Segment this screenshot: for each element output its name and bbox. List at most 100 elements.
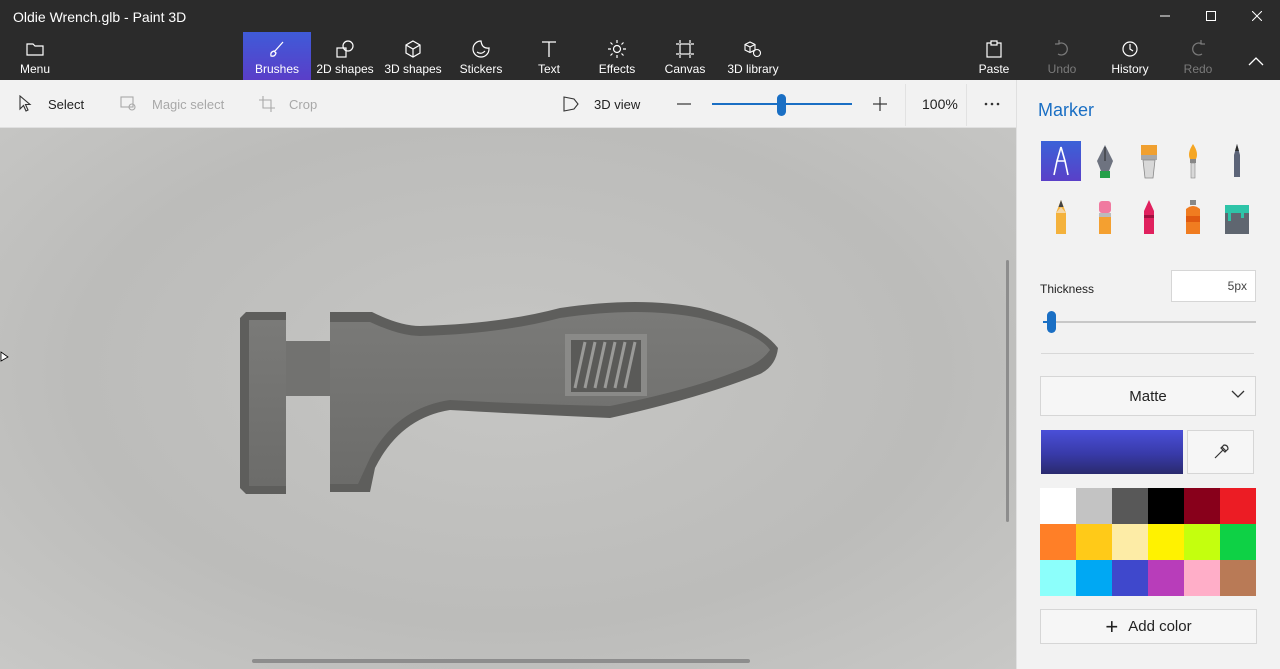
marker-icon (1053, 146, 1069, 176)
menu-button[interactable]: Menu (12, 32, 58, 80)
palette-swatch[interactable] (1220, 524, 1256, 560)
tab-canvas[interactable]: Canvas (662, 32, 708, 80)
close-button[interactable] (1234, 0, 1280, 32)
palette-swatch[interactable] (1148, 488, 1184, 524)
tab-text-label: Text (537, 62, 560, 76)
brush-spray-can[interactable] (1173, 197, 1213, 237)
palette-swatch[interactable] (1040, 560, 1076, 596)
color-palette (1040, 488, 1256, 596)
zoom-value[interactable]: 100% (922, 80, 958, 128)
wrench-3d-model[interactable] (0, 128, 1016, 669)
history-icon (1122, 41, 1138, 57)
palette-swatch[interactable] (1112, 560, 1148, 596)
minimize-icon (1160, 15, 1170, 17)
panel-title: Marker (1038, 100, 1095, 120)
tab-3d-library[interactable]: 3D library (724, 32, 782, 80)
zoom-out-button[interactable] (676, 80, 692, 128)
magic-select-button[interactable]: Magic select (120, 80, 224, 128)
thickness-slider-track[interactable] (1043, 321, 1256, 323)
watercolor-icon (1189, 144, 1197, 179)
spray-can-icon (1186, 200, 1200, 234)
pixel-pen-icon (1234, 144, 1240, 177)
palette-swatch[interactable] (1220, 560, 1256, 596)
tab-brushes[interactable]: Brushes (243, 32, 311, 80)
current-color-swatch[interactable] (1041, 430, 1183, 474)
3d-view-toggle[interactable]: 3D view (562, 80, 640, 128)
plus-icon (873, 97, 887, 111)
minimize-button[interactable] (1142, 0, 1188, 32)
maximize-button[interactable] (1188, 0, 1234, 32)
canvas-area[interactable] (0, 128, 1016, 669)
palette-swatch[interactable] (1076, 524, 1112, 560)
canvas-icon (676, 40, 694, 58)
brush-fill[interactable] (1217, 197, 1257, 237)
arrow-icon (0, 351, 9, 362)
3d-view-icon (563, 96, 579, 112)
title-ribbon-bar: Oldie Wrench.glb - Paint 3D Menu Brushes… (0, 0, 1280, 80)
tab-effects[interactable]: Effects (596, 32, 638, 80)
palette-swatch[interactable] (1184, 488, 1220, 524)
paint3d-window: Oldie Wrench.glb - Paint 3D Menu Brushes… (0, 0, 1280, 669)
clipboard-icon (986, 40, 1002, 58)
palette-swatch[interactable] (1076, 488, 1112, 524)
tab-2d-shapes[interactable]: 2D shapes (314, 32, 376, 80)
vertical-scrollbar[interactable] (1006, 260, 1009, 522)
crayon-icon (1144, 200, 1154, 234)
folder-icon (26, 43, 44, 56)
palette-swatch[interactable] (1040, 524, 1076, 560)
maximize-icon (1206, 11, 1216, 21)
minus-icon (677, 103, 691, 105)
sun-icon (608, 40, 626, 58)
undo-button[interactable]: Undo (1044, 32, 1080, 80)
palette-swatch[interactable] (1148, 524, 1184, 560)
zoom-in-button[interactable] (872, 80, 888, 128)
redo-button[interactable]: Redo (1182, 32, 1214, 80)
history-button[interactable]: History (1108, 32, 1152, 80)
tab-stickers[interactable]: Stickers (456, 32, 506, 80)
finish-value: Matte (1129, 387, 1167, 405)
eyedropper-button[interactable] (1187, 430, 1254, 474)
palette-swatch[interactable] (1220, 488, 1256, 524)
cube-icon (405, 40, 421, 58)
add-color-label: Add color (1128, 618, 1192, 635)
palette-swatch[interactable] (1184, 524, 1220, 560)
horizontal-scrollbar[interactable] (252, 659, 750, 663)
brush-pixel-pen[interactable] (1217, 141, 1257, 181)
tab-brushes-label: Brushes (254, 62, 300, 76)
brush-watercolor[interactable] (1173, 141, 1213, 181)
tab-text[interactable]: Text (530, 32, 568, 80)
brush-calligraphy-pen[interactable] (1085, 141, 1125, 181)
brush-crayon[interactable] (1129, 197, 1169, 237)
add-color-button[interactable]: + Add color (1040, 609, 1257, 644)
more-options-button[interactable] (984, 80, 1000, 128)
brush-marker[interactable] (1041, 141, 1081, 181)
crop-button[interactable]: Crop (259, 80, 317, 128)
magic-select-label: Magic select (152, 96, 225, 112)
eyedropper-icon (1214, 444, 1229, 459)
zoom-slider-thumb[interactable] (777, 94, 786, 116)
palette-swatch[interactable] (1184, 560, 1220, 596)
collapse-ribbon-button[interactable] (1240, 32, 1272, 80)
mouse-cursor (0, 350, 10, 368)
magic-select-icon (120, 96, 136, 111)
paste-button[interactable]: Paste (977, 32, 1011, 80)
palette-swatch[interactable] (1076, 560, 1112, 596)
window-title: Oldie Wrench.glb - Paint 3D (13, 9, 187, 25)
palette-swatch[interactable] (1112, 488, 1148, 524)
palette-swatch[interactable] (1112, 524, 1148, 560)
finish-dropdown[interactable]: Matte (1040, 376, 1256, 416)
tab-3d-shapes[interactable]: 3D shapes (382, 32, 444, 80)
brush-eraser[interactable] (1085, 197, 1125, 237)
text-icon (542, 41, 556, 57)
palette-swatch[interactable] (1040, 488, 1076, 524)
pencil-icon (1056, 200, 1066, 234)
brush-pencil[interactable] (1041, 197, 1081, 237)
3d-library-icon (744, 41, 762, 58)
thickness-slider-thumb[interactable] (1047, 311, 1056, 333)
plus-icon: + (1105, 613, 1119, 639)
3d-view-label: 3D view (594, 96, 641, 112)
palette-swatch[interactable] (1148, 560, 1184, 596)
thickness-input[interactable]: 5px (1171, 270, 1256, 302)
select-button[interactable]: Select (18, 80, 84, 128)
brush-oil[interactable] (1129, 141, 1169, 181)
